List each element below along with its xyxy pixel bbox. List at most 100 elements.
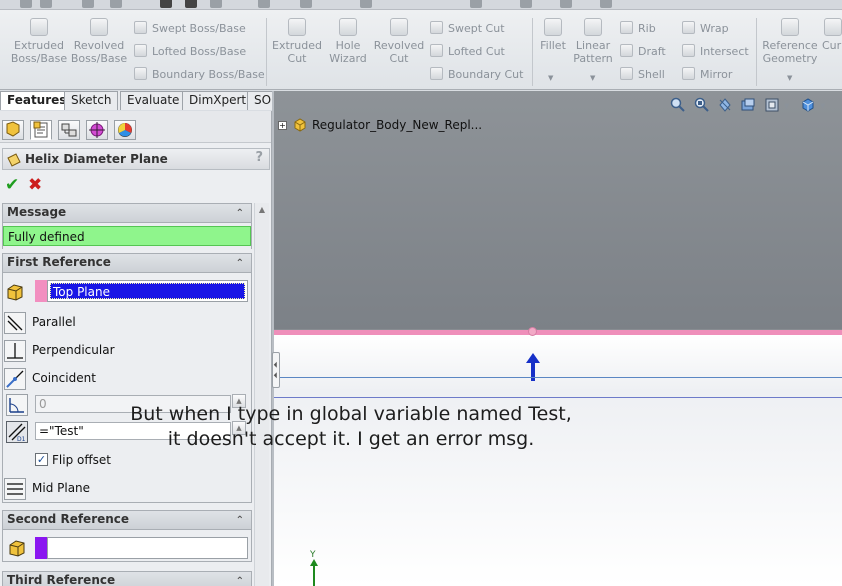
boundary-cut-label: Boundary Cut (448, 68, 524, 81)
model-edge-highlight[interactable] (274, 330, 842, 335)
coincident-constraint-button[interactable]: Coincident (4, 366, 248, 390)
shell-button[interactable]: Shell (620, 66, 665, 84)
lofted-boss-label: Lofted Boss/Base (152, 45, 247, 58)
feature-tree-icon (6, 121, 20, 137)
fillet-button[interactable]: Fillet (536, 18, 570, 52)
boundary-cut-button[interactable]: Boundary Cut (430, 66, 523, 84)
angle-icon[interactable] (6, 394, 28, 416)
perpendicular-label: Perpendicular (32, 343, 115, 357)
property-manager-scrollbar[interactable]: ▲ (254, 203, 269, 586)
feature-tree-flyout[interactable]: + Regulator_Body_New_Repl... (278, 117, 482, 133)
cancel-button[interactable]: ✖ (28, 175, 42, 195)
toolbar-icon[interactable] (258, 0, 270, 8)
annotation-line-2: it doesn't accept it. I get an error msg… (167, 428, 535, 450)
boundary-cut-icon (430, 67, 443, 80)
second-reference-selection-box[interactable] (47, 537, 248, 559)
flip-offset-checkbox[interactable]: ✓ (35, 453, 48, 466)
panel-splitter[interactable] (272, 91, 274, 586)
lofted-boss-button[interactable]: Lofted Boss/Base (134, 43, 246, 61)
plane-origin-handle[interactable] (528, 327, 537, 336)
tab-evaluate[interactable]: Evaluate (120, 91, 187, 110)
toolbar-icon[interactable] (185, 0, 197, 8)
second-reference-header[interactable]: Second Reference ⌃ (3, 511, 251, 530)
hole-wizard-button[interactable]: Hole Wizard (326, 18, 370, 65)
swept-cut-button[interactable]: Swept Cut (430, 20, 505, 38)
collapse-icon[interactable]: ⌃ (236, 205, 244, 222)
toolbar-icon[interactable] (210, 0, 222, 8)
toolbar-icon[interactable] (360, 0, 372, 8)
property-manager-tab[interactable] (30, 120, 52, 140)
tab-sketch[interactable]: Sketch (64, 91, 119, 110)
view-orientation-dropdown-icon[interactable]: ▼ (784, 102, 789, 110)
first-reference-header-label: First Reference (7, 255, 111, 269)
draft-button[interactable]: Draft (620, 43, 666, 61)
extruded-boss-icon (30, 18, 48, 36)
intersect-button[interactable]: Intersect (682, 43, 749, 61)
display-manager-tab[interactable] (114, 120, 136, 140)
collapse-icon[interactable]: ⌃ (236, 573, 244, 586)
previous-view-icon[interactable] (717, 97, 733, 113)
curves-icon (824, 18, 842, 36)
dimxpert-manager-tab[interactable] (86, 120, 108, 140)
first-reference-selection-box[interactable]: Top Plane (47, 280, 248, 302)
scroll-up-icon[interactable]: ▲ (257, 205, 267, 215)
toolbar-icon[interactable] (600, 0, 612, 8)
fillet-dropdown-icon[interactable]: ▼ (548, 74, 553, 82)
view-orientation-icon[interactable] (764, 97, 780, 113)
tree-expand-icon[interactable]: + (278, 121, 287, 130)
toolbar-icon[interactable] (300, 0, 312, 8)
collapse-icon[interactable]: ⌃ (236, 512, 244, 529)
coincident-icon (4, 368, 26, 390)
first-reference-selected-item[interactable]: Top Plane (50, 283, 245, 299)
parallel-constraint-button[interactable]: Parallel (4, 310, 248, 334)
curves-button[interactable]: Cur (822, 18, 842, 52)
plane-preview-edge (274, 397, 842, 398)
toolbar-icon[interactable] (40, 0, 52, 8)
configuration-manager-tab[interactable] (58, 120, 80, 140)
extruded-cut-button[interactable]: Extruded Cut (270, 18, 324, 65)
offset-distance-icon[interactable]: D1 (6, 421, 28, 443)
toolbar-icon[interactable] (470, 0, 482, 8)
help-button[interactable]: ? (255, 150, 263, 165)
splitter-collapse-handle[interactable] (272, 352, 280, 388)
wrap-button[interactable]: Wrap (682, 20, 729, 38)
boundary-boss-button[interactable]: Boundary Boss/Base (134, 66, 265, 84)
zoom-to-area-icon[interactable] (694, 97, 710, 113)
zoom-to-fit-icon[interactable] (670, 97, 686, 113)
ok-button[interactable]: ✔ (5, 175, 19, 195)
linear-pattern-button[interactable]: Linear Pattern (572, 18, 614, 65)
toolbar-icon[interactable] (560, 0, 572, 8)
feature-manager-tab[interactable] (2, 120, 24, 140)
third-reference-header[interactable]: Third Reference ⌃ (3, 572, 251, 586)
lofted-cut-button[interactable]: Lofted Cut (430, 43, 505, 61)
extruded-boss-button[interactable]: Extruded Boss/Base (8, 18, 70, 65)
draft-icon (620, 44, 633, 57)
first-reference-header[interactable]: First Reference ⌃ (3, 254, 251, 273)
reference-geometry-dropdown-icon[interactable]: ▼ (787, 74, 792, 82)
linear-pattern-dropdown-icon[interactable]: ▼ (590, 74, 595, 82)
toolbar-icon[interactable] (520, 0, 532, 8)
swept-boss-button[interactable]: Swept Boss/Base (134, 20, 246, 38)
display-style-dropdown-icon[interactable]: ▼ (820, 102, 825, 110)
reference-geometry-button[interactable]: Reference Geometry (760, 18, 820, 65)
toolbar-icon[interactable] (160, 0, 172, 8)
display-style-icon[interactable] (800, 97, 816, 113)
perpendicular-constraint-button[interactable]: Perpendicular (4, 338, 248, 362)
toolbar-icon[interactable] (82, 0, 94, 8)
toolbar-icon[interactable] (20, 0, 32, 8)
rib-button[interactable]: Rib (620, 20, 656, 38)
tab-features[interactable]: Features (0, 91, 74, 110)
swept-cut-icon (430, 21, 443, 34)
command-manager-tabs: Features Sketch Evaluate DimXpert SOLIDW… (0, 91, 392, 110)
tab-dimxpert[interactable]: DimXpert (182, 91, 254, 110)
collapse-icon[interactable]: ⌃ (236, 255, 244, 272)
mirror-button[interactable]: Mirror (682, 66, 732, 84)
section-view-icon[interactable] (740, 97, 756, 113)
graphics-viewport[interactable]: + Regulator_Body_New_Repl... ▼ ▼ Y (274, 91, 842, 586)
mid-plane-button[interactable]: Mid Plane (4, 476, 248, 500)
revolved-cut-button[interactable]: Revolved Cut (372, 18, 426, 65)
message-header[interactable]: Message ⌃ (3, 204, 251, 223)
revolved-boss-button[interactable]: Revolved Boss/Base (70, 18, 128, 65)
toolbar-icon[interactable] (110, 0, 122, 8)
revolved-cut-label: Revolved Cut (373, 39, 425, 65)
